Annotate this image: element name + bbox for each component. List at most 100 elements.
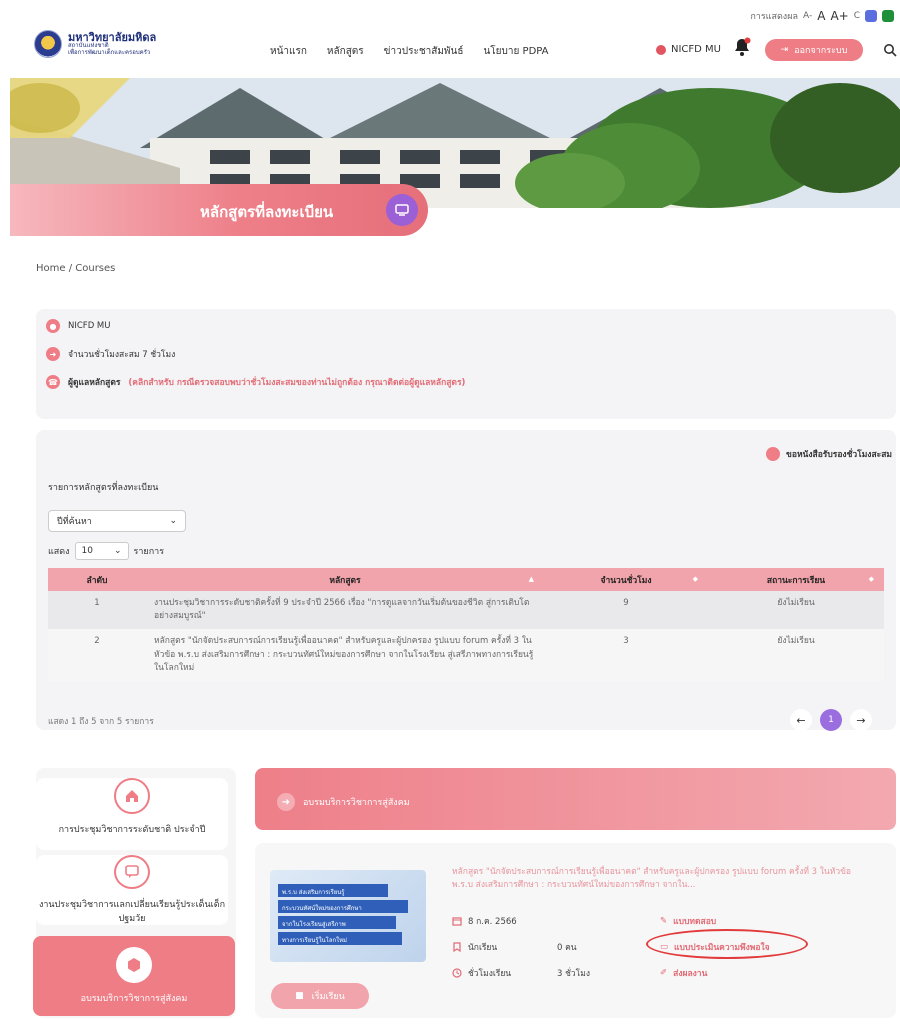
- start-learning-label: เริ่มเรียน: [311, 992, 345, 1002]
- calendar-icon: [452, 917, 462, 926]
- notification-bell-icon[interactable]: [732, 37, 752, 57]
- column-header-course[interactable]: หลักสูตร ▲: [146, 568, 544, 591]
- course-description[interactable]: หลักสูตร "นักจัดประสบการณ์การเรียนรู้เพื…: [452, 866, 872, 892]
- section-title-row: ➜ อบรมบริการวิชาการสู่สังคม: [277, 793, 410, 811]
- table-row[interactable]: 2 หลักสูตร "นักจัดประสบการณ์การเรียนรู้เ…: [48, 629, 884, 681]
- page-button[interactable]: 1: [820, 709, 842, 731]
- info-hours: จำนวนชั่วโมงสะสม 7 ชั่วโมง: [68, 350, 176, 360]
- user-menu[interactable]: NICFD MU: [656, 44, 721, 55]
- video-icon: ■: [295, 991, 304, 1001]
- category-label: การประชุมวิชาการระดับชาติ ประจำปี: [58, 825, 206, 835]
- info-admin-label[interactable]: ผู้ดูแลหลักสูตร: [68, 375, 120, 389]
- mahidol-seal-icon: [34, 30, 62, 58]
- info-admin-row[interactable]: ☎ ผู้ดูแลหลักสูตร (คลิกสำหรับ กรณีตรวจสอ…: [46, 375, 465, 389]
- contrast-blue-button[interactable]: [865, 10, 877, 22]
- contrast-green-button[interactable]: [882, 10, 894, 22]
- main-nav: หน้าแรก หลักสูตร ข่าวประชาสัมพันธ์ นโยบา…: [270, 44, 549, 59]
- cell-hours: 3: [544, 629, 708, 681]
- logout-icon: ⇥: [780, 45, 789, 55]
- column-header-status[interactable]: สถานะการเรียน ◆: [708, 568, 884, 591]
- submit-label: ส่งผลงาน: [673, 969, 708, 979]
- cell-status: ยังไม่เรียน: [708, 629, 884, 681]
- next-page-button[interactable]: →: [850, 709, 872, 731]
- course-learners: นักเรียน: [452, 940, 497, 954]
- request-certificate-link[interactable]: ขอหนังสือรับรองชั่วโมงสะสม: [766, 447, 892, 461]
- box-icon: [116, 947, 152, 983]
- category-national-conference[interactable]: การประชุมวิชาการระดับชาติ ประจำปี: [36, 778, 228, 850]
- pencil-icon: ✐: [660, 968, 668, 978]
- info-user-name: NICFD MU: [68, 321, 111, 331]
- chat-icon: [114, 855, 150, 889]
- contrast-label: C: [853, 11, 860, 21]
- top-header: การแสดงผล A- A A+ C มหาวิทยาลัยมหิดล สถา…: [0, 0, 900, 78]
- page: การแสดงผล A- A A+ C มหาวิทยาลัยมหิดล สถา…: [0, 0, 900, 1030]
- category-early-childhood-exchange[interactable]: งานประชุมวิชาการแลกเปลี่ยนเรียนรู้ประเด็…: [36, 855, 228, 925]
- page-length-control: แสดง 10 ⌄ รายการ: [48, 542, 164, 560]
- course-thumbnail[interactable]: พ.ร.บ ส่งเสริมการเรียนรู้ กระบวนทัศน์ใหม…: [270, 870, 426, 962]
- prev-page-button[interactable]: ←: [790, 709, 812, 731]
- submit-work-link[interactable]: ✐ ส่งผลงาน: [660, 966, 707, 980]
- show-label: แสดง: [48, 547, 70, 557]
- search-icon[interactable]: [883, 43, 897, 57]
- start-learning-button[interactable]: ■ เริ่มเรียน: [271, 983, 369, 1009]
- hours-label: ชั่วโมงเรียน: [468, 969, 512, 979]
- user-name: NICFD MU: [671, 44, 721, 55]
- nav-home[interactable]: หน้าแรก: [270, 44, 307, 59]
- arrow-right-icon: ➜: [46, 347, 60, 361]
- university-logo[interactable]: มหาวิทยาลัยมหิดล สถาบันแห่งชาติ เพื่อการ…: [34, 30, 156, 58]
- user-icon: [656, 44, 666, 55]
- cell-course-title[interactable]: หลักสูตร "นักจัดประสบการณ์การเรียนรู้เพื…: [146, 629, 544, 681]
- phone-icon: ☎: [46, 375, 60, 389]
- learners-label: นักเรียน: [468, 943, 498, 953]
- course-date-value: 8 ก.ค. 2566: [468, 917, 517, 927]
- cell-no: 1: [48, 591, 146, 630]
- year-select[interactable]: ปีที่ค้นหา ⌄: [48, 510, 186, 532]
- category-label: อบรมบริการวิชาการสู่สังคม: [80, 994, 188, 1004]
- nav-courses[interactable]: หลักสูตร: [327, 44, 364, 59]
- section-title: อบรมบริการวิชาการสู่สังคม: [303, 798, 410, 808]
- test-link[interactable]: ✎ แบบทดสอบ: [660, 914, 716, 928]
- sort-icon: ◆: [692, 575, 698, 583]
- page-length-select[interactable]: 10 ⌄: [74, 542, 129, 560]
- cell-no: 2: [48, 629, 146, 681]
- request-certificate-label: ขอหนังสือรับรองชั่วโมงสะสม: [786, 450, 892, 460]
- hours-value: 3 ชั่วโมง: [557, 969, 590, 979]
- info-user-row: ● NICFD MU: [46, 319, 111, 333]
- column-header-hours[interactable]: จำนวนชั่วโมง ◆: [544, 568, 708, 591]
- font-small-button[interactable]: A-: [803, 11, 812, 21]
- user-info-panel: ● NICFD MU ➜ จำนวนชั่วโมงสะสม 7 ชั่วโมง …: [36, 309, 896, 419]
- info-admin-note[interactable]: (คลิกสำหรับ กรณีตรวจสอบพบว่าชั่วโมงสะสมข…: [128, 375, 465, 389]
- pagination: ← 1 →: [790, 709, 872, 731]
- nav-pdpa[interactable]: นโยบาย PDPA: [483, 44, 548, 59]
- certificate-icon: [766, 447, 781, 461]
- sort-icon: ◆: [868, 575, 874, 583]
- user-icon: ●: [46, 319, 60, 333]
- edit-icon: ✎: [660, 916, 668, 926]
- page-length-value: 10: [81, 546, 93, 556]
- bookmark-icon: [453, 942, 461, 952]
- nav-news[interactable]: ข่าวประชาสัมพันธ์: [384, 44, 464, 59]
- cell-status: ยังไม่เรียน: [708, 591, 884, 630]
- home-icon: [114, 778, 150, 814]
- logout-button[interactable]: ⇥ ออกจากระบบ: [765, 39, 863, 61]
- chevron-down-icon: ⌄: [169, 516, 177, 526]
- info-hours-row: ➜ จำนวนชั่วโมงสะสม 7 ชั่วโมง: [46, 347, 175, 361]
- font-normal-button[interactable]: A: [817, 9, 825, 23]
- breadcrumb[interactable]: Home / Courses: [36, 263, 115, 274]
- arrow-right-icon: ➜: [277, 793, 295, 811]
- courses-table: ลำดับ หลักสูตร ▲ จำนวนชั่วโมง ◆ สถานะการเร…: [48, 568, 884, 681]
- highlight-annotation: [646, 929, 808, 959]
- show-suffix: รายการ: [133, 547, 165, 557]
- year-select-value: ปีที่ค้นหา: [57, 517, 92, 527]
- font-size-label: การแสดงผล: [750, 12, 798, 22]
- chevron-down-icon: ⌄: [114, 546, 122, 556]
- column-header-no[interactable]: ลำดับ: [48, 568, 146, 591]
- accessibility-toolbar: การแสดงผล A- A A+ C: [750, 9, 894, 23]
- course-list-icon: [386, 194, 418, 226]
- table-row[interactable]: 1 งานประชุมวิชาการระดับชาติครั้งที่ 9 ปร…: [48, 591, 884, 630]
- course-date: 8 ก.ค. 2566: [452, 914, 517, 928]
- sort-icon: ▲: [528, 575, 534, 583]
- font-large-button[interactable]: A+: [830, 9, 848, 23]
- category-academic-service-training[interactable]: อบรมบริการวิชาการสู่สังคม: [33, 936, 235, 1016]
- cell-course-title[interactable]: งานประชุมวิชาการระดับชาติครั้งที่ 9 ประจ…: [146, 591, 544, 630]
